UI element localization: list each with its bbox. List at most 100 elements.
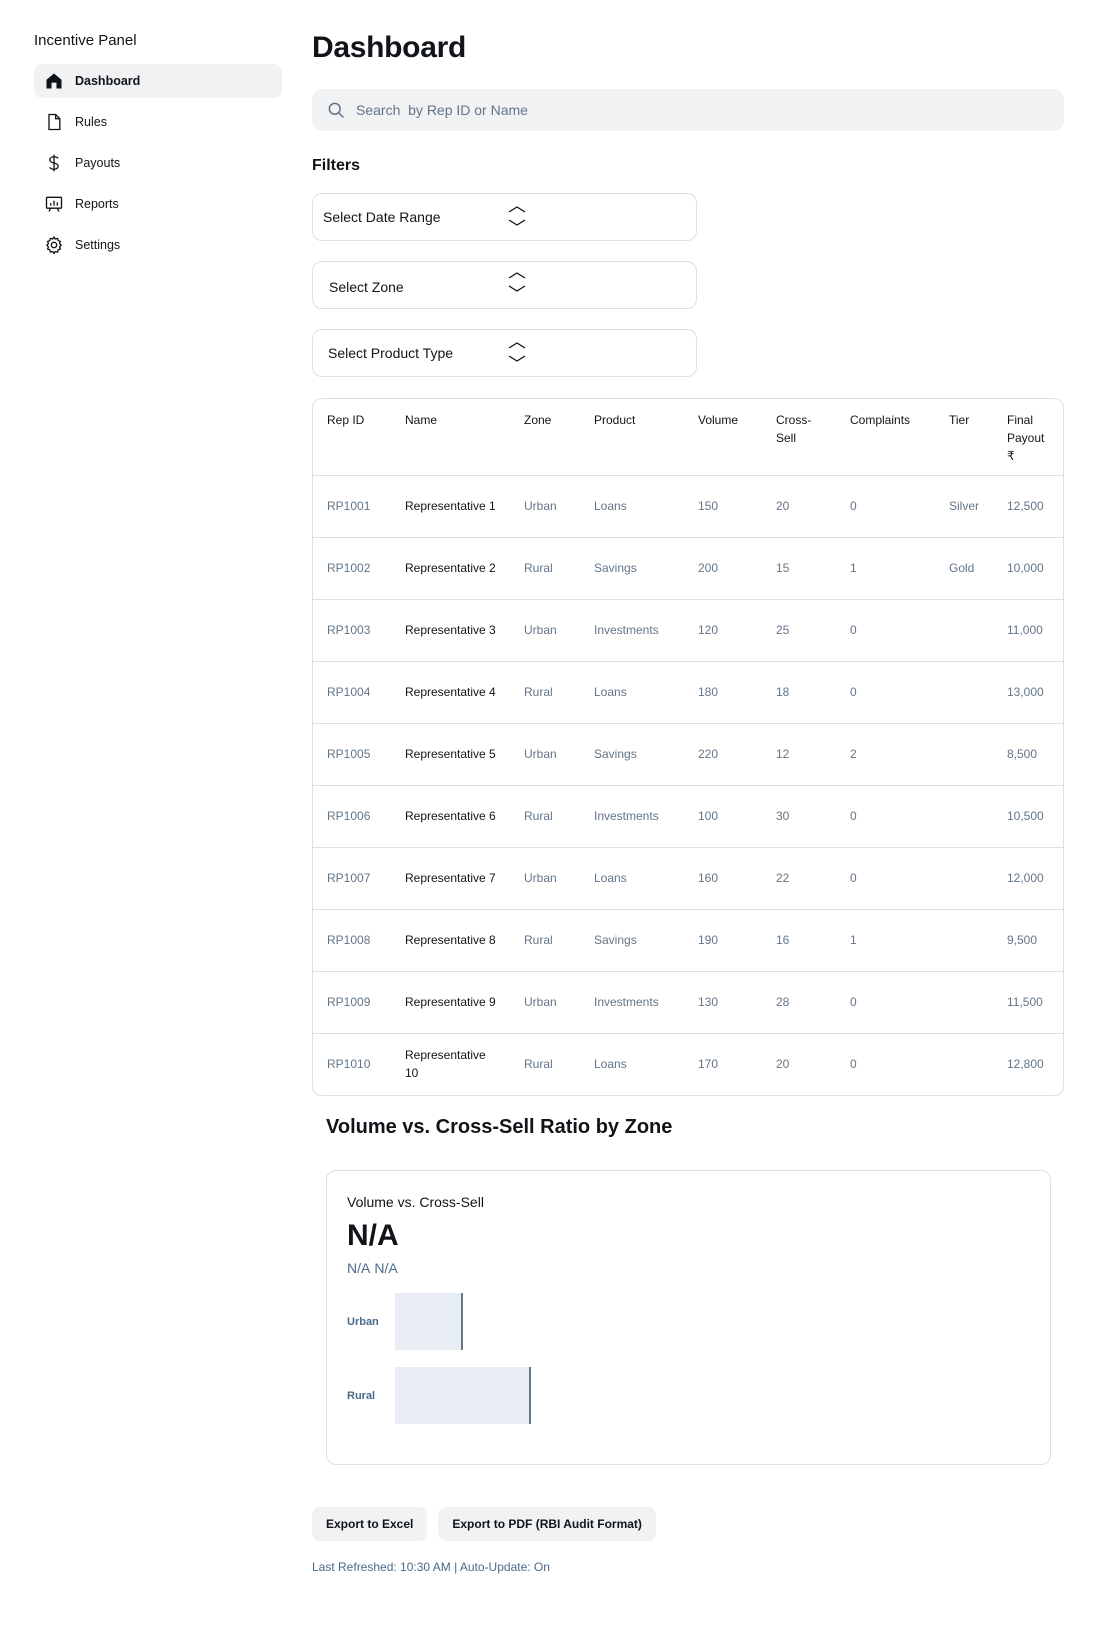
- sidebar-item-label: Dashboard: [75, 74, 141, 88]
- payout-cell: 12,000: [993, 846, 1063, 909]
- column-header[interactable]: Final Payout ₹: [993, 399, 1063, 475]
- product-type-select[interactable]: Select Product Type: [312, 329, 697, 377]
- name-cell: Representative 10: [391, 1032, 510, 1095]
- zone-cell: Urban: [510, 722, 580, 785]
- volume-cell: 220: [684, 722, 762, 785]
- table-row[interactable]: RP1010 Representative 10 Rural Loans 170 20 0 1…: [313, 1032, 1063, 1095]
- date-range-select-label: Select Date Range: [323, 209, 441, 225]
- chevron-up-down-icon: [507, 204, 527, 228]
- export-excel-button[interactable]: Export to Excel: [312, 1507, 428, 1541]
- column-header[interactable]: Name: [391, 399, 510, 475]
- zone-cell: Urban: [510, 598, 580, 661]
- gear-icon: [44, 235, 64, 255]
- complaints-cell: 1: [836, 908, 935, 971]
- bar: [395, 1293, 463, 1350]
- table-row[interactable]: RP1003 Representative 3 Urban Investments 12…: [313, 598, 1063, 661]
- complaints-cell: 2: [836, 722, 935, 785]
- column-header[interactable]: Cross-Sell: [762, 399, 836, 475]
- rep-id-cell: RP1006: [313, 784, 391, 847]
- search-bar[interactable]: [312, 89, 1064, 131]
- product-cell: Investments: [580, 784, 684, 847]
- table-row[interactable]: RP1006 Representative 6 Rural Investments 10…: [313, 784, 1063, 847]
- chart-sub-value: N/A: [374, 1260, 398, 1276]
- date-range-select[interactable]: Select Date Range: [312, 193, 697, 241]
- tier-cell: [935, 598, 993, 661]
- payout-cell: 10,500: [993, 784, 1063, 847]
- table-row[interactable]: RP1004 Representative 4 Rural Loans 180 18 0 13…: [313, 660, 1063, 723]
- tier-cell: [935, 1032, 993, 1095]
- zone-cell: Rural: [510, 1032, 580, 1095]
- name-cell: Representative 9: [391, 970, 510, 1033]
- product-cell: Loans: [580, 660, 684, 723]
- column-header[interactable]: Product: [580, 399, 684, 475]
- complaints-cell: 0: [836, 970, 935, 1033]
- column-header[interactable]: Volume: [684, 399, 762, 475]
- complaints-cell: 1: [836, 536, 935, 599]
- name-cell: Representative 2: [391, 536, 510, 599]
- payout-cell: 11,500: [993, 970, 1063, 1033]
- page-title: Dashboard: [312, 31, 466, 64]
- table-row[interactable]: RP1002 Representative 2 Rural Savings 200 15 1…: [313, 536, 1063, 599]
- volume-cell: 160: [684, 846, 762, 909]
- product-cell: Investments: [580, 598, 684, 661]
- chart-value: N/A: [347, 1219, 399, 1252]
- product-cell: Investments: [580, 970, 684, 1033]
- product-cell: Savings: [580, 908, 684, 971]
- rep-id-cell: RP1001: [313, 474, 391, 537]
- volume-cell: 190: [684, 908, 762, 971]
- rep-id-cell: RP1007: [313, 846, 391, 909]
- sidebar-item-dashboard[interactable]: Dashboard: [34, 64, 282, 98]
- table-row[interactable]: RP1008 Representative 8 Rural Savings 190 16 1…: [313, 908, 1063, 971]
- table-row[interactable]: RP1005 Representative 5 Urban Savings 220 12 2…: [313, 722, 1063, 785]
- sidebar-item-label: Reports: [75, 197, 119, 211]
- column-header[interactable]: Rep ID: [313, 399, 391, 475]
- rep-id-cell: RP1002: [313, 536, 391, 599]
- column-header[interactable]: Complaints: [836, 399, 935, 475]
- rep-id-cell: RP1005: [313, 722, 391, 785]
- payout-cell: 12,500: [993, 474, 1063, 537]
- zone-select[interactable]: Select Zone: [312, 261, 697, 309]
- complaints-cell: 0: [836, 660, 935, 723]
- tier-cell: Gold: [935, 536, 993, 599]
- chart-sub-value: N/A: [347, 1260, 371, 1276]
- complaints-cell: 0: [836, 598, 935, 661]
- product-cell: Savings: [580, 722, 684, 785]
- product-cell: Loans: [580, 474, 684, 537]
- sidebar-item-rules[interactable]: Rules: [34, 105, 282, 139]
- sidebar-item-label: Payouts: [75, 156, 121, 170]
- column-header[interactable]: Zone: [510, 399, 580, 475]
- volume-cell: 120: [684, 598, 762, 661]
- sidebar-item-settings[interactable]: Settings: [34, 228, 282, 262]
- product-cell: Loans: [580, 1032, 684, 1095]
- table-row[interactable]: RP1009 Representative 9 Urban Investments 13…: [313, 970, 1063, 1033]
- sidebar-item-payouts[interactable]: Payouts: [34, 146, 282, 180]
- tier-cell: [935, 846, 993, 909]
- payout-cell: 11,000: [993, 598, 1063, 661]
- volume-cell: 180: [684, 660, 762, 723]
- table-row[interactable]: RP1001 Representative 1 Urban Loans 150 20 0 Si…: [313, 474, 1063, 537]
- sidebar-item-label: Settings: [75, 238, 121, 252]
- export-pdf-button[interactable]: Export to PDF (RBI Audit Format): [438, 1507, 656, 1541]
- cross-sell-cell: 22: [762, 846, 836, 909]
- cross-sell-cell: 28: [762, 970, 836, 1033]
- payout-cell: 9,500: [993, 908, 1063, 971]
- bar-row-rural: Rural: [347, 1367, 531, 1424]
- volume-cell: 100: [684, 784, 762, 847]
- zone-cell: Rural: [510, 784, 580, 847]
- rep-id-cell: RP1004: [313, 660, 391, 723]
- rep-id-cell: RP1010: [313, 1032, 391, 1095]
- house-icon: [44, 71, 64, 91]
- search-input[interactable]: [356, 102, 956, 118]
- bar-track: [395, 1293, 531, 1350]
- chart-label: Volume vs. Cross-Sell: [347, 1194, 484, 1210]
- zone-cell: Urban: [510, 474, 580, 537]
- refresh-status: Last Refreshed: 10:30 AM | Auto-Update: …: [312, 1560, 550, 1574]
- name-cell: Representative 1: [391, 474, 510, 537]
- column-header[interactable]: Tier: [935, 399, 993, 475]
- sidebar-item-reports[interactable]: Reports: [34, 187, 282, 221]
- cross-sell-cell: 30: [762, 784, 836, 847]
- table-row[interactable]: RP1007 Representative 7 Urban Loans 160 22 0 12…: [313, 846, 1063, 909]
- bar-track: [395, 1367, 531, 1424]
- payout-cell: 12,800: [993, 1032, 1063, 1095]
- chevron-up-down-icon: [507, 340, 527, 364]
